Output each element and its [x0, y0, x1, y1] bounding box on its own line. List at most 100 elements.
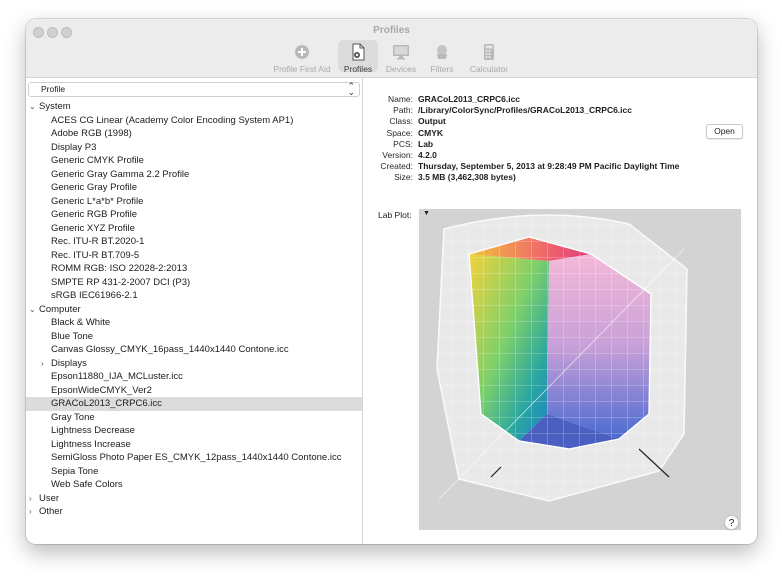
info-value: 3.5 MB (3,462,308 bytes): [418, 172, 516, 183]
window-title: Profiles: [373, 25, 410, 36]
monitor-icon: [382, 43, 420, 61]
profile-list-item[interactable]: Generic XYZ Profile: [26, 222, 362, 236]
toolbar-devices-button[interactable]: Devices: [382, 43, 420, 74]
profile-list-item[interactable]: Generic L*a*b* Profile: [26, 195, 362, 209]
tree-item-label: Rec. ITU-R BT.2020-1: [51, 236, 145, 247]
tree-item-label: Lightness Increase: [51, 438, 131, 450]
toolbar-item-label: Profiles: [343, 64, 373, 74]
profile-list-item[interactable]: Epson11880_IJA_MCLuster.icc: [26, 370, 362, 384]
tree-item-label: ROMM RGB: ISO 22028-2:2013: [51, 263, 188, 274]
tree-item-label: Adobe RGB (1998): [51, 128, 132, 139]
profile-list-item[interactable]: Gray Tone: [26, 411, 362, 425]
profile-tree[interactable]: ⌄ System ACES CG Linear (Academy Color Enc…: [26, 100, 362, 519]
profile-list-item[interactable]: ROMM RGB: ISO 22028-2:2013: [26, 262, 362, 276]
tree-item-label: Rec. ITU-R BT.709-5: [51, 249, 140, 261]
disclosure-collapsed-icon[interactable]: ›: [41, 357, 44, 371]
profile-list-item[interactable]: GRACoL2013_CRPC6.icc: [26, 397, 362, 411]
profile-list-item[interactable]: SemiGloss Photo Paper ES_CMYK_12pass_144…: [26, 451, 362, 465]
profile-list-item[interactable]: Generic Gray Gamma 2.2 Profile: [26, 168, 362, 182]
tree-item-label: Displays: [51, 357, 87, 369]
title-bar: Profiles Profile First Aid Profiles Devi…: [26, 19, 757, 78]
info-value: /Library/ColorSync/Profiles/GRACoL2013_C…: [418, 105, 632, 116]
profile-details-pane: Name: GRACoL2013_CRPC6.icc Path: /Library/C…: [363, 78, 757, 544]
profile-list-item[interactable]: Canvas Glossy_CMYK_16pass_1440x1440 Cont…: [26, 343, 362, 357]
tree-item-label: EpsonWideCMYK_Ver2: [51, 384, 152, 396]
info-value: CMYK: [418, 127, 444, 138]
profile-group-row[interactable]: › Other: [26, 505, 362, 519]
tree-item-label: Generic RGB Profile: [51, 209, 138, 220]
profile-list-item[interactable]: Rec. ITU-R BT.2020-1: [26, 235, 362, 249]
profile-list-item[interactable]: ACES CG Linear (Academy Color Encoding S…: [26, 114, 362, 128]
toolbar-item-label: Calculator: [469, 64, 509, 74]
profile-sort-popup[interactable]: Profile ⌃ ⌄: [28, 82, 360, 97]
profile-list-item[interactable]: Lightness Decrease: [26, 424, 362, 438]
toolbar-filters-button[interactable]: Filters: [424, 43, 460, 74]
profile-list-item[interactable]: Display P3: [26, 141, 362, 155]
lab-plot-view[interactable]: ▼: [419, 209, 741, 530]
tree-item-label: Black & White: [51, 317, 111, 328]
tree-item-label: Computer: [39, 303, 81, 315]
tree-item-label: sRGB IEC61966-2.1: [51, 290, 138, 301]
profile-list-item[interactable]: Generic Gray Profile: [26, 181, 362, 195]
tree-item-label: SMPTE RP 431-2-2007 DCI (P3): [51, 276, 191, 288]
info-value: 4.2.0: [418, 150, 437, 160]
tree-item-label: ACES CG Linear (Academy Color Encoding S…: [51, 114, 294, 126]
profile-list-item[interactable]: sRGB IEC61966-2.1: [26, 289, 362, 303]
profile-list-item[interactable]: Black & White: [26, 316, 362, 330]
profile-list-item[interactable]: Generic RGB Profile: [26, 208, 362, 222]
lab-plot-label: Lab Plot:: [378, 210, 412, 220]
plus-circle-icon: [270, 43, 334, 61]
popup-label: Profile: [41, 84, 66, 94]
tree-item-label: Canvas Glossy_CMYK_16pass_1440x1440 Cont…: [51, 344, 289, 355]
tree-item-label: Other: [39, 506, 63, 517]
toolbar-calculator-button[interactable]: Calculator: [464, 43, 514, 74]
tree-item-label: Generic XYZ Profile: [51, 222, 135, 234]
profile-group-row[interactable]: › User: [26, 492, 362, 506]
tree-item-label: Generic CMYK Profile: [51, 155, 144, 166]
info-label: PCS:: [393, 138, 413, 149]
info-label: Class:: [389, 116, 413, 127]
tree-item-label: Generic L*a*b* Profile: [51, 195, 144, 207]
profile-group-row[interactable]: › Displays: [26, 357, 362, 371]
profile-list-item[interactable]: SMPTE RP 431-2-2007 DCI (P3): [26, 276, 362, 290]
help-button[interactable]: ?: [724, 515, 739, 530]
tree-item-label: SemiGloss Photo Paper ES_CMYK_12pass_144…: [51, 452, 342, 463]
tree-item-label: Lightness Decrease: [51, 425, 135, 436]
tree-item-label: System: [39, 101, 71, 112]
profile-list-item[interactable]: Sepia Tone: [26, 465, 362, 479]
profile-list-item[interactable]: Rec. ITU-R BT.709-5: [26, 249, 362, 263]
info-value: Lab: [418, 138, 434, 149]
profile-list-item[interactable]: Lightness Increase: [26, 438, 362, 452]
profile-list-item[interactable]: Adobe RGB (1998): [26, 127, 362, 141]
info-value: GRACoL2013_CRPC6.icc: [418, 94, 521, 104]
toolbar-item-label: Filters: [430, 64, 454, 74]
tree-item-label: Display P3: [51, 141, 97, 153]
tree-item-label: Generic Gray Profile: [51, 182, 138, 193]
toolbar-profiles-button[interactable]: Profiles: [338, 40, 378, 74]
tree-item-label: User: [39, 492, 60, 504]
lab-gamut-3d-plot: [436, 214, 688, 502]
updown-chevron-icon: ⌃ ⌄: [347, 81, 355, 97]
plot-menu-triangle-icon[interactable]: ▼: [423, 210, 430, 217]
tree-item-label: Sepia Tone: [51, 465, 99, 477]
profile-group-row[interactable]: ⌄ Computer: [26, 303, 362, 317]
disclosure-expanded-icon[interactable]: ⌄: [29, 303, 36, 317]
disclosure-collapsed-icon[interactable]: ›: [29, 492, 32, 506]
profile-list-item[interactable]: EpsonWideCMYK_Ver2: [26, 384, 362, 398]
disclosure-expanded-icon[interactable]: ⌄: [29, 100, 36, 114]
tree-item-label: Generic Gray Gamma 2.2 Profile: [51, 168, 190, 180]
info-label: Created:: [380, 161, 413, 172]
profile-list-item[interactable]: Generic CMYK Profile: [26, 154, 362, 168]
disclosure-collapsed-icon[interactable]: ›: [29, 505, 32, 519]
open-button[interactable]: Open: [706, 124, 743, 139]
profile-list-item[interactable]: Blue Tone: [26, 330, 362, 344]
info-label: Version:: [382, 150, 413, 160]
info-label: Path:: [393, 105, 413, 116]
toolbar-profile-first-aid-button[interactable]: Profile First Aid: [270, 43, 334, 74]
profile-list-item[interactable]: Web Safe Colors: [26, 478, 362, 492]
tree-item-label: Blue Tone: [51, 330, 94, 342]
filter-icon: [424, 43, 460, 61]
info-label: Size:: [394, 172, 413, 183]
profile-group-row[interactable]: ⌄ System: [26, 100, 362, 114]
info-value: Thursday, September 5, 2013 at 9:28:49 P…: [418, 161, 680, 172]
